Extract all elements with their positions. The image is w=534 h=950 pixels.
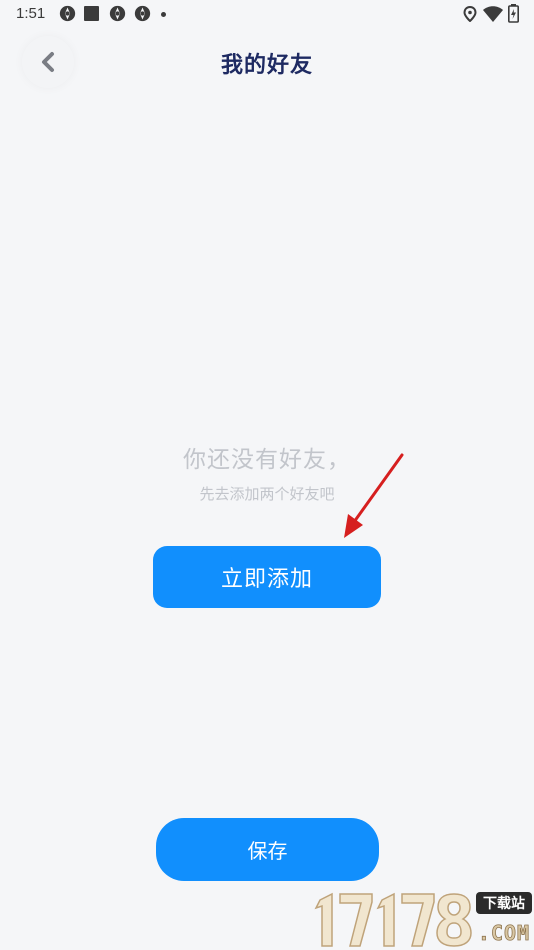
add-friend-button-label: 立即添加 <box>220 567 313 592</box>
empty-state-title: 你还没有好友， <box>183 447 351 473</box>
aperture-icon <box>109 5 126 22</box>
status-bar: 1:51 <box>0 0 534 28</box>
save-button[interactable]: 保存 <box>156 818 379 881</box>
stop-square-icon <box>84 6 99 21</box>
screen: 1:51 我的好友 你还没有好友， 先去添加两个好友吧 立即添加 保存 下载站 … <box>0 0 534 950</box>
status-time: 1:51 <box>16 5 46 22</box>
dot-icon <box>161 12 166 17</box>
aperture-icon <box>59 5 76 22</box>
battery-icon <box>508 4 519 23</box>
page-title: 我的好友 <box>220 53 313 78</box>
empty-state-subtitle: 先去添加两个好友吧 <box>199 485 335 503</box>
save-button-label: 保存 <box>247 839 288 863</box>
annotation-arrow-icon <box>344 453 404 538</box>
wifi-icon <box>483 6 503 22</box>
watermark-logo: 下载站 .COM <box>314 892 532 947</box>
watermark-badge: 下载站 <box>483 895 525 912</box>
add-friend-button[interactable]: 立即添加 <box>153 546 381 608</box>
location-icon <box>463 6 477 22</box>
aperture-icon <box>134 5 151 22</box>
svg-text:.COM: .COM <box>478 921 530 945</box>
